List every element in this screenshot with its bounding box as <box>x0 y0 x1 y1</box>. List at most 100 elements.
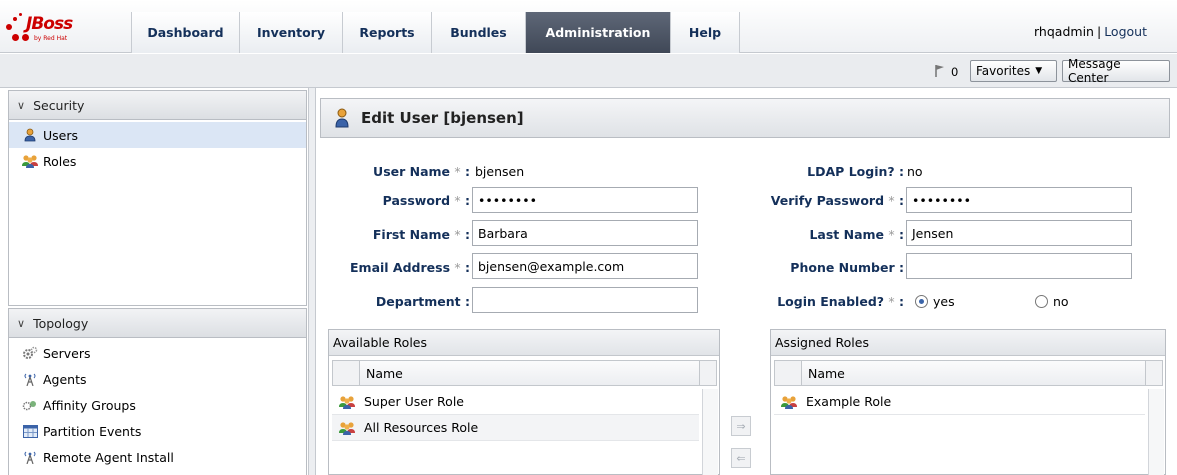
favorites-label: Favorites <box>976 64 1031 78</box>
panel-splitter[interactable] <box>308 88 316 475</box>
flag-icon[interactable] <box>934 64 946 80</box>
grid-title: Assigned Roles <box>771 330 1165 356</box>
remove-role-button[interactable]: ⇐ <box>731 448 751 468</box>
favorites-button[interactable]: Favorites ▼ <box>970 60 1057 82</box>
user-name-label: User Name * : <box>373 164 470 179</box>
sidebar-item-label: Users <box>43 127 79 143</box>
alert-count: 0 <box>951 65 959 79</box>
available-role-row[interactable]: Super User Role <box>332 389 699 415</box>
department-label: Department : <box>375 294 470 309</box>
sidebar-item-servers[interactable]: Servers <box>9 340 306 366</box>
sidebar-item-roles[interactable]: Roles <box>9 148 306 174</box>
page-title: Edit User [bjensen] <box>361 109 524 127</box>
logo-dot-icon <box>6 24 12 30</box>
password-field[interactable]: •••••••• <box>472 187 698 213</box>
top-header: JBoss by Red Hat Dashboard Inventory Rep… <box>0 0 1177 53</box>
radio-unchecked-icon <box>1035 295 1048 308</box>
logo-text: JBoss <box>26 14 73 34</box>
column-header-name[interactable]: Name <box>801 360 1146 386</box>
sidebar-item-label: Affinity Groups <box>43 397 136 413</box>
label-text: Password <box>382 193 451 208</box>
email-field[interactable]: bjensen@example.com <box>472 253 698 279</box>
tab-inventory[interactable]: Inventory <box>239 12 342 53</box>
section-title: Topology <box>33 315 89 331</box>
phone-number-field[interactable] <box>906 253 1132 279</box>
chevron-down-icon: ▼ <box>1035 66 1043 76</box>
available-role-row[interactable]: All Resources Role <box>332 415 699 441</box>
last-name-field[interactable]: Jensen <box>906 220 1132 246</box>
roles-icon <box>21 154 39 168</box>
sidebar: ∨ Security Users Roles ∨ Topology Server… <box>8 90 307 475</box>
required-marker: * <box>888 193 895 208</box>
assigned-role-row[interactable]: Example Role <box>774 389 1145 415</box>
edit-user-title-bar: Edit User [bjensen] <box>320 98 1170 138</box>
required-marker: * <box>888 227 895 242</box>
logo-subtext: by Red Hat <box>34 35 68 42</box>
first-name-label: First Name * : <box>372 227 470 242</box>
label-text: Verify Password <box>770 193 885 208</box>
column-header-name[interactable]: Name <box>359 360 700 386</box>
required-marker: * <box>888 294 895 309</box>
message-center-button[interactable]: Message Center <box>1062 57 1170 85</box>
add-role-button[interactable]: ⇒ <box>731 416 751 436</box>
roles-icon <box>338 421 356 435</box>
password-label: Password * : <box>382 193 470 208</box>
user-name-value: bjensen <box>475 164 525 179</box>
sidebar-item-label: Servers <box>43 345 91 361</box>
sidebar-item-affinity-groups[interactable]: Affinity Groups <box>9 392 306 418</box>
jboss-logo[interactable]: JBoss by Red Hat <box>4 12 124 42</box>
tab-reports[interactable]: Reports <box>342 12 431 53</box>
department-field[interactable] <box>472 287 698 313</box>
label-text: First Name <box>372 227 451 242</box>
logo-dot-icon <box>13 17 17 21</box>
sidebar-item-agents[interactable]: Agents <box>9 366 306 392</box>
login-enabled-yes-radio[interactable]: yes <box>915 294 955 309</box>
security-section: Users Roles <box>8 120 307 306</box>
roles-icon <box>338 395 356 409</box>
section-header-security[interactable]: ∨ Security <box>8 90 307 120</box>
role-name: Super User Role <box>364 394 464 409</box>
sidebar-item-partition-events[interactable]: Partition Events <box>9 418 306 444</box>
radio-label: no <box>1053 294 1069 309</box>
label-text: User Name <box>373 164 451 179</box>
sub-toolbar: 0 Favorites ▼ Message Center <box>0 54 1177 88</box>
affinity-groups-icon <box>21 398 39 412</box>
sidebar-item-users[interactable]: Users <box>9 122 306 148</box>
sidebar-item-label: Partition Events <box>43 423 142 439</box>
grid-column-stub <box>774 360 802 386</box>
first-name-field[interactable]: Barbara <box>472 220 698 246</box>
tab-bundles[interactable]: Bundles <box>431 12 525 53</box>
main-nav: Dashboard Inventory Reports Bundles Admi… <box>131 12 740 53</box>
agent-icon <box>21 372 39 386</box>
available-roles-grid: Available Roles Name Super User Role All… <box>328 329 720 475</box>
sidebar-item-label: Roles <box>43 153 77 169</box>
label-text: Login Enabled? <box>777 294 885 309</box>
logo-dot-icon <box>22 34 29 41</box>
servers-icon <box>21 346 39 360</box>
section-header-topology[interactable]: ∨ Topology <box>8 308 307 338</box>
grid-scrollbar[interactable] <box>702 389 718 475</box>
login-enabled-no-radio[interactable]: no <box>1035 294 1069 309</box>
grid-column-stub <box>699 360 717 386</box>
label-text: Last Name <box>809 227 885 242</box>
user-separator: | <box>1096 24 1102 39</box>
collapse-chevron-icon[interactable]: ∨ <box>17 99 25 112</box>
tab-dashboard[interactable]: Dashboard <box>131 12 239 53</box>
verify-password-field[interactable]: •••••••• <box>906 187 1132 213</box>
sidebar-item-label: Remote Agent Install <box>43 449 174 465</box>
required-marker: * <box>454 164 461 179</box>
required-marker: * <box>454 193 461 208</box>
tab-administration[interactable]: Administration <box>525 12 670 53</box>
tab-help[interactable]: Help <box>670 12 740 53</box>
logo-dot-icon <box>12 34 19 41</box>
collapse-chevron-icon[interactable]: ∨ <box>17 317 25 330</box>
radio-checked-icon <box>915 295 928 308</box>
label-text: Email Address <box>350 260 451 275</box>
grid-scrollbar[interactable] <box>1148 389 1164 475</box>
section-title: Security <box>33 97 85 113</box>
role-name: Example Role <box>806 394 892 409</box>
sidebar-item-remote-agent-install[interactable]: Remote Agent Install <box>9 444 306 470</box>
logout-link[interactable]: Logout <box>1104 24 1147 39</box>
role-name: All Resources Role <box>364 420 479 435</box>
username: rhqadmin <box>1034 24 1094 39</box>
